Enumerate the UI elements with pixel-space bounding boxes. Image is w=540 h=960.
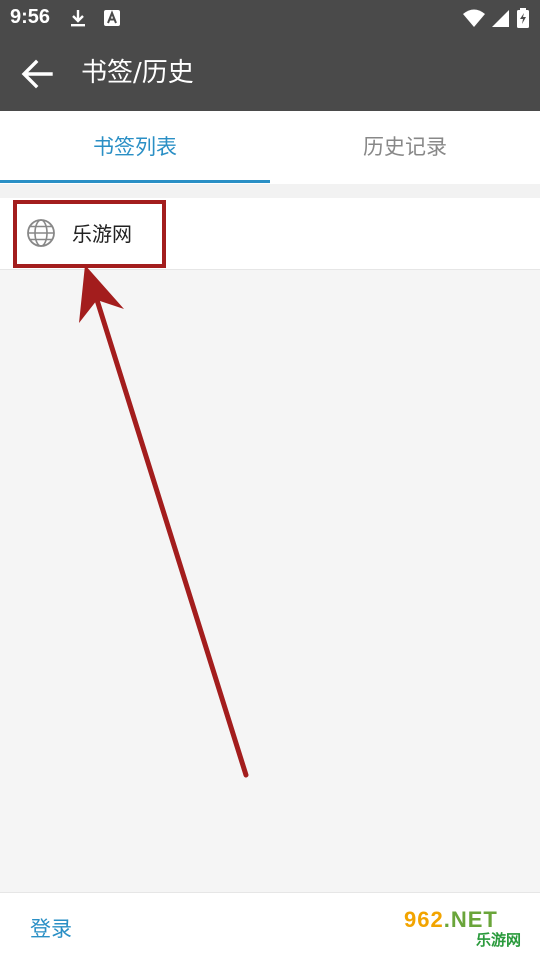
divider — [0, 184, 540, 198]
keyboard-a-icon — [104, 10, 120, 26]
battery-charging-icon — [517, 8, 529, 28]
signal-icon — [492, 10, 509, 27]
tab-bar: 书签列表 历史记录 — [0, 111, 540, 184]
watermark-number-text: 962 — [404, 907, 444, 932]
site-watermark-logo: 962.NET 乐游网 — [404, 907, 534, 951]
bottom-bar: 登录 962.NET 乐游网 — [0, 892, 540, 960]
app-bar: 书签/历史 — [0, 36, 540, 111]
login-link[interactable]: 登录 — [30, 913, 72, 943]
status-time: 9:56 — [10, 6, 51, 28]
wifi-icon — [463, 9, 485, 27]
annotation-highlight-box — [13, 200, 166, 268]
tab-history[interactable]: 历史记录 — [270, 111, 540, 184]
tab-bookmarks[interactable]: 书签列表 — [0, 111, 270, 184]
download-icon — [71, 10, 85, 27]
arrow-left-icon[interactable] — [20, 58, 54, 90]
tab-indicator — [0, 180, 270, 183]
watermark-site-name: 乐游网 — [476, 931, 522, 949]
page-title: 书签/历史 — [81, 58, 194, 88]
status-bar: 9:56 — [0, 0, 540, 36]
